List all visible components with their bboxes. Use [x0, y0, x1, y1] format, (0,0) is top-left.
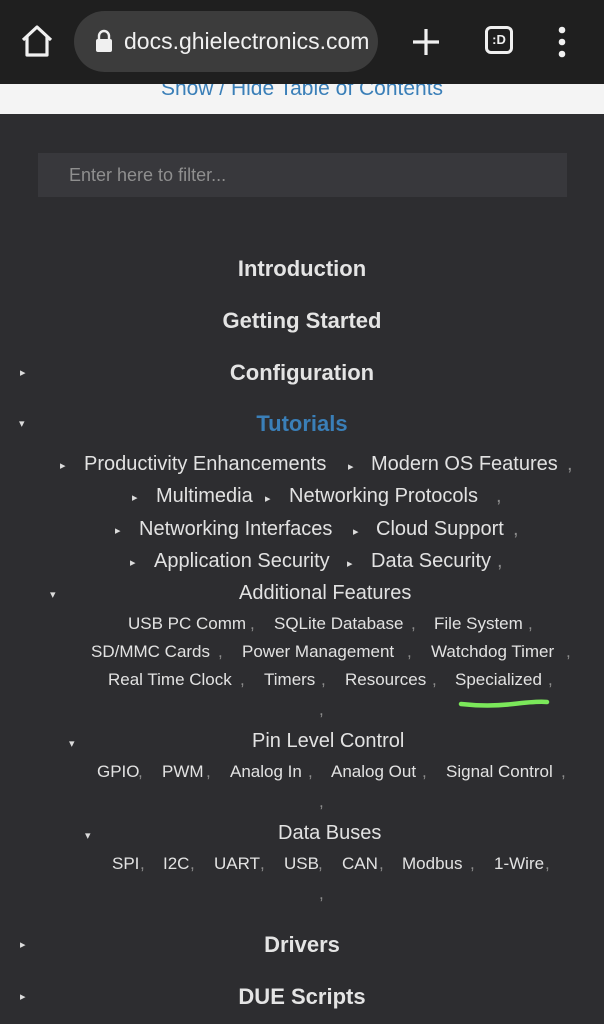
separator: ,	[250, 614, 255, 633]
separator: ,	[528, 614, 533, 633]
toc-can[interactable]: CAN	[342, 854, 378, 874]
toc-data-security[interactable]: Data Security	[371, 550, 491, 573]
expand-networking-interfaces-icon[interactable]: ▸	[115, 524, 121, 537]
toc-introduction[interactable]: Introduction	[0, 256, 604, 282]
toc-cloud-support[interactable]: Cloud Support	[376, 518, 504, 541]
new-tab-icon[interactable]	[408, 24, 444, 60]
separator: ,	[321, 670, 326, 689]
separator: ,	[308, 762, 313, 781]
separator: ,	[190, 854, 195, 873]
toc-1-wire[interactable]: 1-Wire	[494, 854, 544, 874]
expand-productivity-icon[interactable]: ▸	[60, 459, 66, 472]
toc-multimedia[interactable]: Multimedia	[156, 485, 253, 508]
expand-cloud-support-icon[interactable]: ▸	[353, 525, 359, 538]
separator: ,	[432, 670, 437, 689]
tab-switcher-button[interactable]: :D	[485, 26, 513, 54]
separator: ,	[566, 642, 571, 661]
collapse-pin-level-control-icon[interactable]: ▾	[69, 737, 75, 750]
toc-timers[interactable]: Timers	[264, 670, 315, 690]
home-icon[interactable]	[18, 22, 56, 60]
separator: ,	[470, 854, 475, 873]
collapse-additional-features-icon[interactable]: ▾	[50, 588, 56, 601]
highlight-underline	[458, 699, 550, 708]
separator: ,	[407, 642, 412, 661]
toc-additional-features[interactable]: Additional Features	[239, 582, 411, 605]
toc-gpio[interactable]: GPIO	[97, 762, 140, 782]
toc-toggle-link[interactable]: Show / Hide Table of Contents	[0, 84, 604, 103]
toc-analog-out[interactable]: Analog Out	[331, 762, 416, 782]
separator: ,	[319, 884, 324, 903]
toc-sqlite-database[interactable]: SQLite Database	[274, 614, 403, 634]
lock-icon	[96, 29, 112, 52]
separator: ,	[497, 550, 503, 572]
address-bar[interactable]: docs.ghielectronics.com	[74, 11, 378, 72]
separator: ,	[422, 762, 427, 781]
separator: ,	[240, 670, 245, 689]
separator: ,	[140, 854, 145, 873]
toc-signal-control[interactable]: Signal Control	[446, 762, 553, 782]
toc-networking-protocols[interactable]: Networking Protocols	[289, 485, 478, 508]
toc-getting-started[interactable]: Getting Started	[0, 308, 604, 334]
expand-networking-protocols-icon[interactable]: ▸	[265, 492, 271, 505]
toc-analog-in[interactable]: Analog In	[230, 762, 302, 782]
toc-specialized[interactable]: Specialized	[455, 670, 542, 690]
toc-due-scripts[interactable]: DUE Scripts	[0, 984, 604, 1010]
toc-modern-os-features[interactable]: Modern OS Features	[371, 453, 558, 476]
separator: ,	[138, 762, 143, 781]
separator: ,	[379, 854, 384, 873]
toc-i2c[interactable]: I2C	[163, 854, 189, 874]
separator: ,	[318, 854, 323, 873]
toc-sd-mmc-cards[interactable]: SD/MMC Cards	[91, 642, 210, 662]
url-text: docs.ghielectronics.com	[124, 28, 370, 54]
separator: ,	[496, 485, 502, 507]
expand-application-security-icon[interactable]: ▸	[130, 556, 136, 569]
toc-uart[interactable]: UART	[214, 854, 260, 874]
toc-resources[interactable]: Resources	[345, 670, 426, 690]
toc-watchdog-timer[interactable]: Watchdog Timer	[431, 642, 554, 662]
toc-pin-level-control[interactable]: Pin Level Control	[252, 730, 404, 753]
separator: ,	[567, 453, 573, 475]
browser-toolbar: docs.ghielectronics.com :D	[0, 0, 604, 84]
toc-usb[interactable]: USB	[284, 854, 319, 874]
toc-filter-input[interactable]	[38, 153, 567, 197]
toc-data-buses[interactable]: Data Buses	[278, 822, 381, 845]
separator: ,	[319, 700, 324, 719]
separator: ,	[411, 614, 416, 633]
toc-file-system[interactable]: File System	[434, 614, 523, 634]
toc-modbus[interactable]: Modbus	[402, 854, 462, 874]
toc-productivity-enhancements[interactable]: Productivity Enhancements	[84, 453, 326, 476]
toc-real-time-clock[interactable]: Real Time Clock	[108, 670, 232, 690]
separator: ,	[561, 762, 566, 781]
toc-drivers[interactable]: Drivers	[0, 932, 604, 958]
expand-data-security-icon[interactable]: ▸	[347, 557, 353, 570]
toc-toggle-bar: Show / Hide Table of Contents	[0, 84, 604, 114]
toc-power-management[interactable]: Power Management	[242, 642, 394, 662]
separator: ,	[206, 762, 211, 781]
toc-networking-interfaces[interactable]: Networking Interfaces	[139, 518, 332, 541]
separator: ,	[319, 792, 324, 811]
separator: ,	[548, 670, 553, 689]
toc-usb-pc-comm[interactable]: USB PC Comm	[128, 614, 246, 634]
toc-application-security[interactable]: Application Security	[154, 550, 330, 573]
more-options-icon[interactable]	[552, 24, 572, 60]
toc-tutorials[interactable]: Tutorials	[0, 411, 604, 437]
separator: ,	[260, 854, 265, 873]
separator: ,	[218, 642, 223, 661]
collapse-data-buses-icon[interactable]: ▾	[85, 829, 91, 842]
separator: ,	[513, 518, 519, 540]
toc-configuration[interactable]: Configuration	[0, 360, 604, 386]
toc-spi[interactable]: SPI	[112, 854, 139, 874]
expand-modern-os-icon[interactable]: ▸	[348, 460, 354, 473]
separator: ,	[545, 854, 550, 873]
toc-pwm[interactable]: PWM	[162, 762, 204, 782]
expand-multimedia-icon[interactable]: ▸	[132, 491, 138, 504]
